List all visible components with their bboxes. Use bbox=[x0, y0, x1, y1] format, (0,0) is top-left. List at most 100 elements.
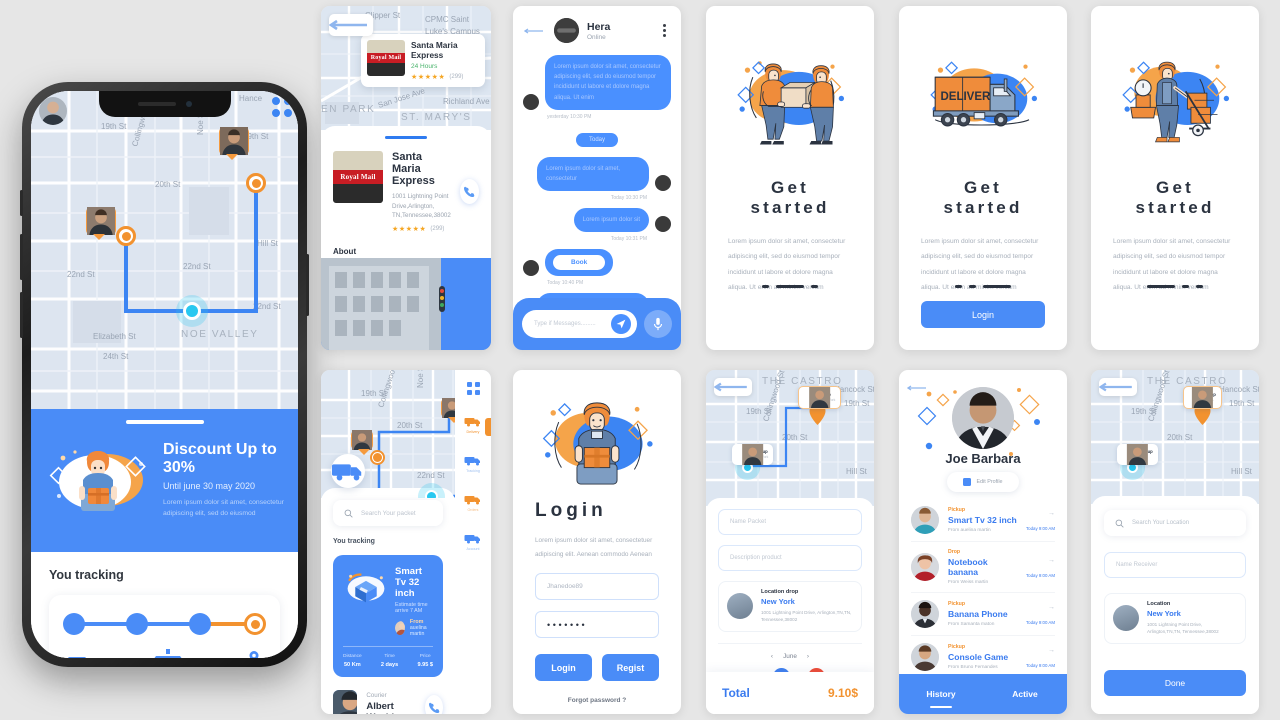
map-current-location-marker[interactable] bbox=[425, 490, 438, 498]
stat-price: Price 9.95 $ bbox=[417, 654, 433, 668]
page-dot-active[interactable] bbox=[1147, 285, 1175, 288]
map-stop-marker[interactable] bbox=[370, 450, 385, 465]
map-stop-marker[interactable] bbox=[246, 173, 266, 193]
courier-row[interactable]: Courier Albert Weshker bbox=[333, 690, 443, 714]
location-card[interactable]: Location drop New York 1001 Lightning Po… bbox=[718, 581, 862, 632]
map-vehicle-button[interactable] bbox=[331, 454, 365, 488]
list-item[interactable]: Pickup Console Game From Bruno Fernandes… bbox=[911, 636, 1055, 678]
chat-bubble[interactable]: Lorem ipsum dolor sit amet, consectetur … bbox=[545, 55, 671, 110]
chat-bubble-book[interactable]: Book bbox=[545, 249, 614, 277]
login-button[interactable]: Login bbox=[921, 301, 1045, 328]
back-button[interactable] bbox=[329, 14, 373, 36]
page-dot[interactable] bbox=[762, 285, 769, 288]
phone-power-button[interactable] bbox=[306, 254, 309, 316]
page-dot[interactable] bbox=[1196, 285, 1203, 288]
stat-distance: Distance 50 Km bbox=[343, 654, 362, 668]
place-photo[interactable] bbox=[321, 258, 491, 350]
map-avatar-pin[interactable] bbox=[351, 430, 373, 455]
phone-map[interactable]: 19th St 19th St Noe St Collingwood St 20… bbox=[31, 91, 298, 421]
map-pin-card-drop[interactable]: DropNew York bbox=[798, 386, 842, 409]
rail-item-orders[interactable]: Orders bbox=[462, 493, 484, 512]
mic-button[interactable] bbox=[644, 310, 672, 338]
back-button[interactable] bbox=[714, 378, 752, 396]
search-location-input[interactable]: Search Your Location bbox=[1104, 510, 1246, 536]
tracking-node[interactable] bbox=[188, 613, 211, 635]
username-field[interactable]: Jhanedoe89 bbox=[535, 573, 659, 601]
back-button[interactable] bbox=[1099, 378, 1137, 396]
location-card[interactable]: Location New York 1001 Lightning Point D… bbox=[1104, 593, 1246, 644]
avatar[interactable] bbox=[952, 387, 1014, 449]
chevron-right-icon[interactable]: → bbox=[1026, 647, 1055, 654]
page-dot[interactable] bbox=[1182, 285, 1189, 288]
place-map[interactable]: Clipper St CPMC Saint Luke's Campus San … bbox=[321, 6, 491, 130]
chat-bubble[interactable]: Lorem ipsum dolor sit bbox=[573, 208, 649, 233]
packet-name-input[interactable]: Name Packet bbox=[718, 509, 862, 535]
login-button[interactable]: Login bbox=[535, 654, 592, 682]
map-pin-card-drop[interactable]: Drop— — bbox=[1183, 386, 1222, 409]
phone-volume-down-button[interactable] bbox=[20, 292, 23, 338]
back-button[interactable] bbox=[906, 378, 929, 396]
chat-message-row: Lorem ipsum dolor sit amet, consectetur bbox=[513, 156, 681, 192]
map-pin-card-pickup[interactable]: PickupNew York bbox=[732, 444, 774, 465]
location-map[interactable]: THE CASTRO Hancock St 19th St 19th St Co… bbox=[1091, 370, 1259, 504]
page-dot[interactable] bbox=[969, 285, 976, 288]
send-button[interactable] bbox=[611, 314, 631, 334]
iphone-mockup: 19th St 19th St Noe St Collingwood St 20… bbox=[20, 82, 309, 667]
tracking-package-card[interactable]: Smart Tv 32 inch Estimate time arrive 7 … bbox=[333, 555, 443, 677]
chevron-right-icon[interactable]: → bbox=[1026, 510, 1055, 517]
product-description-input[interactable]: Description product bbox=[718, 545, 862, 571]
place-hours: 24 Hours bbox=[411, 63, 438, 70]
list-item[interactable]: Drop Notebook banana From Weiss martin →… bbox=[911, 542, 1055, 593]
edit-profile-button[interactable]: Edit Profile bbox=[947, 472, 1019, 492]
tracking-node[interactable] bbox=[63, 613, 85, 635]
rail-item-account[interactable]: Account bbox=[462, 532, 484, 551]
done-button[interactable]: Done bbox=[1104, 670, 1246, 696]
search-input[interactable]: Search Your packet bbox=[333, 500, 443, 526]
tracking-node[interactable] bbox=[125, 613, 148, 635]
sheet-grabber[interactable] bbox=[385, 136, 427, 139]
call-button[interactable] bbox=[459, 179, 479, 205]
royal-mail-label: Royal Mail bbox=[333, 169, 383, 185]
grid-apps-icon[interactable] bbox=[466, 382, 480, 395]
list-item[interactable]: Pickup Banana Phone From Samanta maton →… bbox=[911, 593, 1055, 636]
register-button[interactable]: Regist bbox=[602, 654, 659, 682]
promo-banner[interactable]: Discount Up to 30% Until june 30 may 202… bbox=[31, 409, 298, 552]
map-avatar-pin[interactable] bbox=[219, 127, 249, 160]
chevron-right-icon[interactable]: → bbox=[1026, 604, 1055, 611]
phone-mute-button[interactable] bbox=[20, 190, 23, 216]
chevron-right-icon[interactable]: → bbox=[1026, 557, 1055, 564]
place-callout-card[interactable]: Royal Mail Santa Maria Express 24 Hours … bbox=[361, 34, 485, 87]
kebab-menu-icon[interactable] bbox=[663, 24, 670, 37]
chevron-left-icon[interactable]: ‹ bbox=[771, 653, 773, 660]
avatar[interactable] bbox=[554, 18, 579, 43]
page-dot[interactable] bbox=[811, 285, 818, 288]
back-arrow-icon[interactable] bbox=[524, 27, 546, 34]
chevron-right-icon[interactable]: › bbox=[807, 653, 809, 660]
receiver-name-input[interactable]: Name Receiver bbox=[1104, 552, 1246, 578]
user-avatar-button[interactable] bbox=[39, 97, 67, 125]
grid-apps-icon[interactable] bbox=[272, 97, 292, 117]
chat-bubble[interactable]: Lorem ipsum dolor sit amet, consectetur bbox=[537, 156, 649, 192]
onboarding-pagination bbox=[706, 285, 874, 288]
rail-item-tracking[interactable]: Tracking bbox=[462, 454, 484, 473]
map-stop-marker[interactable] bbox=[116, 226, 136, 246]
map-avatar-pin[interactable] bbox=[86, 207, 116, 240]
tab-active[interactable]: Active bbox=[983, 689, 1067, 699]
rail-item-delivery[interactable]: Delivery bbox=[462, 415, 484, 434]
list-item[interactable]: Pickup Smart Tv 32 inch From auelina mar… bbox=[911, 499, 1055, 542]
forgot-password-link[interactable]: Forgot password ? bbox=[535, 697, 659, 704]
page-dot[interactable] bbox=[955, 285, 962, 288]
phone-volume-up-button[interactable] bbox=[20, 234, 23, 280]
sheet-grabber[interactable] bbox=[125, 420, 204, 424]
book-button[interactable]: Book bbox=[553, 255, 606, 271]
booking-map[interactable]: THE CASTRO Hancock St 19th St 19th St Co… bbox=[706, 370, 874, 506]
map-current-location-marker[interactable] bbox=[183, 302, 201, 320]
page-dot-active[interactable] bbox=[776, 285, 804, 288]
chat-input[interactable]: Type if Messages......... bbox=[522, 310, 637, 338]
page-dot-active[interactable] bbox=[983, 285, 1011, 288]
map-pin-card-pickup[interactable]: Pickup— — bbox=[1117, 444, 1158, 465]
password-field[interactable]: ••••••• bbox=[535, 611, 659, 639]
call-button[interactable] bbox=[425, 694, 443, 714]
tab-history[interactable]: History bbox=[899, 689, 983, 699]
tracking-node-current[interactable] bbox=[244, 613, 266, 635]
